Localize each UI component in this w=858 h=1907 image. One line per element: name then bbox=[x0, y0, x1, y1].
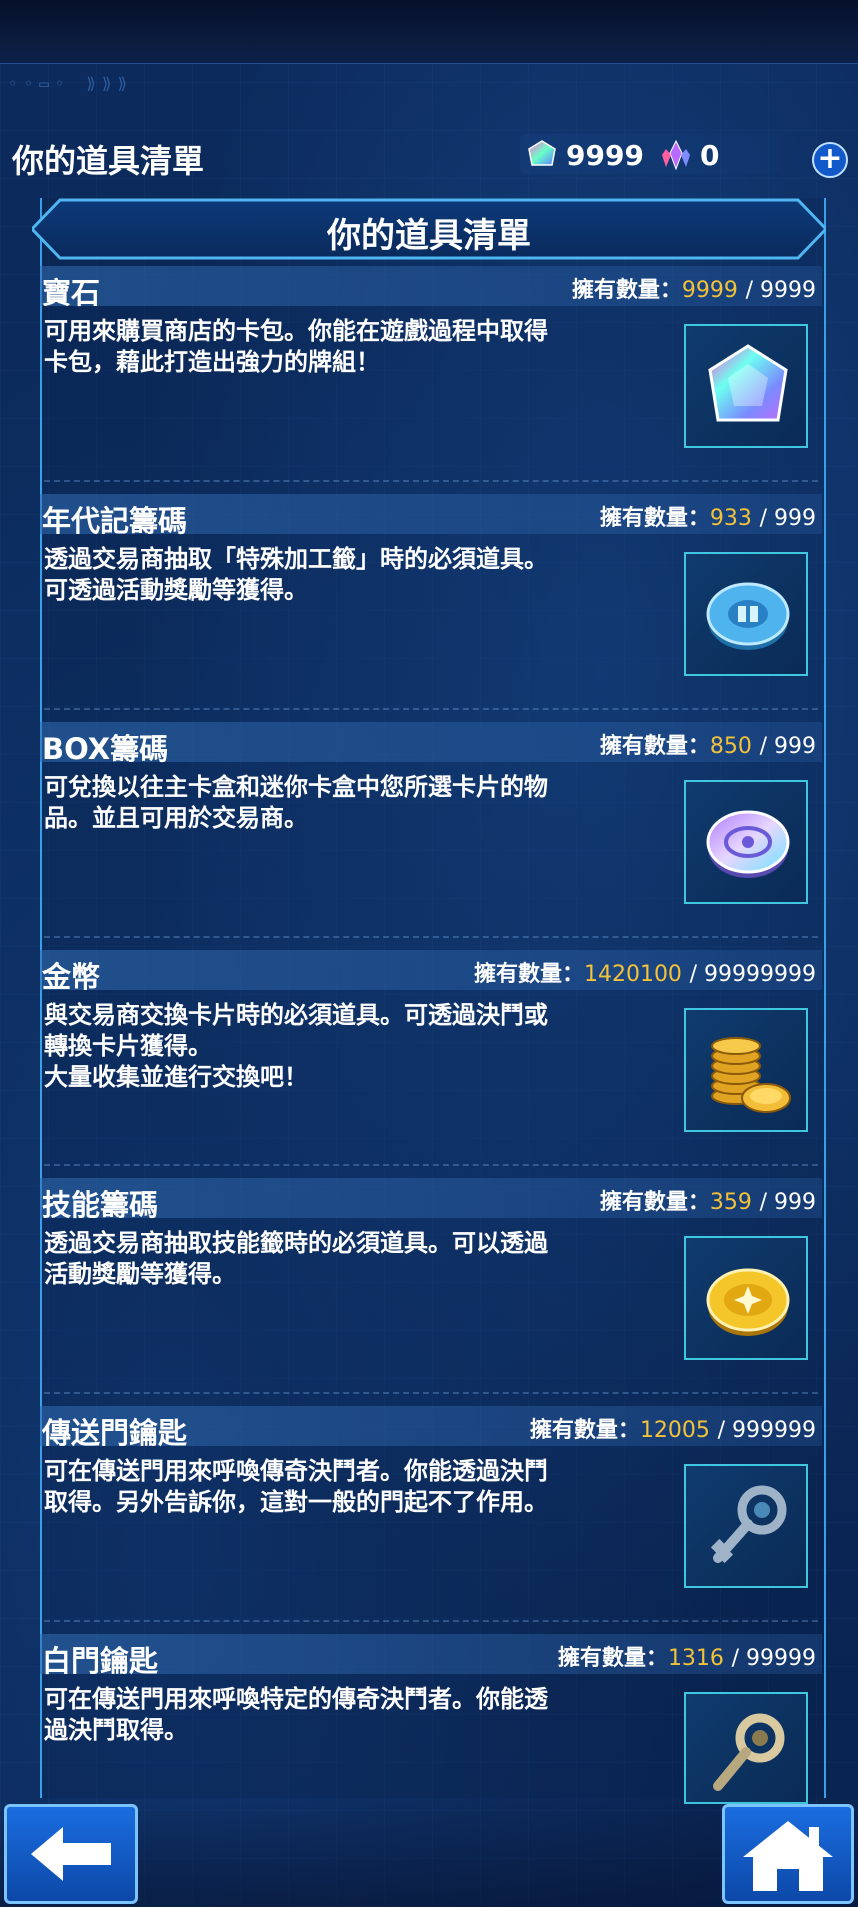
count-current: 9999 bbox=[681, 278, 738, 303]
item-description: 可在傳送門用來呼喚特定的傳奇決鬥者。你能透 過決鬥取得。 bbox=[44, 1685, 548, 1744]
count-max: / 999 bbox=[759, 506, 816, 531]
gem-icon bbox=[708, 344, 788, 422]
count-label: 擁有數量： bbox=[473, 962, 584, 987]
header-bar: 你的道具清單 9999 0 + bbox=[0, 120, 858, 186]
divider bbox=[44, 708, 818, 710]
item-description: 透過交易商抽取「特殊加工籤」時的必須道具。 可透過活動獎勵等獲得。 bbox=[44, 545, 548, 604]
item-name: 金幣 bbox=[42, 960, 101, 994]
count-label: 擁有數量： bbox=[529, 1418, 640, 1443]
list-item[interactable]: 傳送門鑰匙 擁有數量：12005 / 999999 可在傳送門用來呼喚傳奇決鬥者… bbox=[40, 1406, 822, 1634]
add-gems-button[interactable]: + bbox=[812, 142, 848, 178]
item-count: 擁有數量：12005 / 999999 bbox=[530, 1412, 816, 1444]
gate-key-icon bbox=[710, 1485, 787, 1564]
item-header: 寶石 擁有數量：9999 / 9999 bbox=[40, 266, 822, 310]
item-header: BOX籌碼 擁有數量：850 / 999 bbox=[40, 722, 822, 766]
top-status-strip bbox=[0, 0, 858, 64]
item-header: 傳送門鑰匙 擁有數量：12005 / 999999 bbox=[40, 1406, 822, 1450]
premium-counter: 0 bbox=[660, 138, 719, 172]
count-max: / 999999 bbox=[717, 1418, 816, 1443]
decorative-pattern: ◦◦▭◦ ⟫⟫⟫ bbox=[8, 74, 134, 93]
page-title: 你的道具清單 bbox=[12, 142, 205, 180]
divider bbox=[44, 1620, 818, 1622]
item-name: 寶石 bbox=[42, 276, 101, 310]
item-icon-frame bbox=[684, 1236, 808, 1360]
item-header: 年代記籌碼 擁有數量：933 / 999 bbox=[40, 494, 822, 538]
count-max: / 999 bbox=[759, 1190, 816, 1215]
divider bbox=[44, 1164, 818, 1166]
count-current: 359 bbox=[709, 1190, 752, 1215]
chronicle-chip-icon bbox=[706, 582, 790, 650]
count-label: 擁有數量： bbox=[599, 734, 710, 759]
gem-counter: 9999 bbox=[526, 138, 644, 172]
item-name: BOX籌碼 bbox=[42, 732, 169, 766]
divider bbox=[44, 1392, 818, 1394]
item-count: 擁有數量：1316 / 99999 bbox=[558, 1640, 816, 1672]
panel-header: 你的道具清單 bbox=[32, 198, 826, 260]
item-description: 可在傳送門用來呼喚傳奇決鬥者。你能透過決鬥 取得。另外告訴你，這對一般的門起不了… bbox=[44, 1457, 548, 1516]
count-max: / 9999 bbox=[745, 278, 816, 303]
home-icon bbox=[743, 1821, 833, 1891]
item-icon-frame bbox=[684, 324, 808, 448]
divider bbox=[44, 936, 818, 938]
item-description: 可用來購買商店的卡包。你能在遊戲過程中取得 卡包，藉此打造出強力的牌組！ bbox=[44, 317, 548, 376]
item-icon-frame bbox=[684, 1692, 808, 1804]
list-item[interactable]: 年代記籌碼 擁有數量：933 / 999 透過交易商抽取「特殊加工籤」時的必須道… bbox=[40, 494, 822, 722]
count-current: 1420100 bbox=[583, 962, 682, 987]
item-name: 技能籌碼 bbox=[42, 1188, 159, 1222]
item-description: 透過交易商抽取技能籤時的必須道具。可以透過 活動獎勵等獲得。 bbox=[44, 1229, 548, 1288]
list-item[interactable]: 技能籌碼 擁有數量：359 / 999 透過交易商抽取技能籤時的必須道具。可以透… bbox=[40, 1178, 822, 1406]
item-count: 擁有數量：9999 / 9999 bbox=[572, 272, 816, 304]
item-icon-frame bbox=[684, 1008, 808, 1132]
count-current: 1316 bbox=[667, 1646, 724, 1671]
divider bbox=[44, 480, 818, 482]
list-item[interactable]: 金幣 擁有數量：1420100 / 99999999 與交易商交換卡片時的必須道… bbox=[40, 950, 822, 1178]
count-current: 933 bbox=[709, 506, 752, 531]
back-button[interactable] bbox=[4, 1804, 138, 1904]
count-max: / 999 bbox=[759, 734, 816, 759]
home-button[interactable] bbox=[722, 1804, 854, 1904]
count-label: 擁有數量： bbox=[557, 1646, 668, 1671]
item-name: 傳送門鑰匙 bbox=[42, 1416, 188, 1450]
item-count: 擁有數量：933 / 999 bbox=[600, 500, 816, 532]
count-max: / 99999999 bbox=[689, 962, 816, 987]
premium-count: 0 bbox=[700, 138, 720, 172]
panel-title: 你的道具清單 bbox=[327, 216, 531, 256]
back-arrow-icon bbox=[31, 1827, 111, 1881]
item-icon-frame bbox=[684, 1464, 808, 1588]
gem-icon bbox=[528, 140, 556, 166]
item-count: 擁有數量：1420100 / 99999999 bbox=[474, 956, 816, 988]
count-label: 擁有數量： bbox=[599, 1190, 710, 1215]
count-current: 12005 bbox=[639, 1418, 710, 1443]
item-name: 白門鑰匙 bbox=[42, 1644, 159, 1678]
item-name: 年代記籌碼 bbox=[42, 504, 188, 538]
item-header: 白門鑰匙 擁有數量：1316 / 99999 bbox=[40, 1634, 822, 1678]
count-current: 850 bbox=[709, 734, 752, 759]
count-label: 擁有數量： bbox=[571, 278, 682, 303]
count-max: / 99999 bbox=[731, 1646, 816, 1671]
crystal-icon bbox=[662, 139, 690, 171]
white-gate-key-icon bbox=[713, 1713, 785, 1791]
item-icon-frame bbox=[684, 780, 808, 904]
gold-coins-icon bbox=[711, 1037, 791, 1113]
count-label: 擁有數量： bbox=[599, 506, 710, 531]
list-item[interactable]: BOX籌碼 擁有數量：850 / 999 可兌換以往主卡盒和迷你卡盒中您所選卡片… bbox=[40, 722, 822, 950]
item-count: 擁有數量：850 / 999 bbox=[600, 728, 816, 760]
gem-count: 9999 bbox=[566, 138, 644, 172]
item-description: 與交易商交換卡片時的必須道具。可透過決鬥或 轉換卡片獲得。 大量收集並進行交換吧… bbox=[44, 1001, 548, 1091]
item-count: 擁有數量：359 / 999 bbox=[600, 1184, 816, 1216]
item-header: 技能籌碼 擁有數量：359 / 999 bbox=[40, 1178, 822, 1222]
box-chip-icon bbox=[706, 810, 790, 878]
skill-chip-icon bbox=[706, 1268, 790, 1336]
list-item[interactable]: 寶石 擁有數量：9999 / 9999 可用來購買商店的卡包。你能在遊戲過程中取… bbox=[40, 266, 822, 494]
item-description: 可兌換以往主卡盒和迷你卡盒中您所選卡片的物 品。並且可用於交易商。 bbox=[44, 773, 548, 832]
item-icon-frame bbox=[684, 552, 808, 676]
item-header: 金幣 擁有數量：1420100 / 99999999 bbox=[40, 950, 822, 994]
